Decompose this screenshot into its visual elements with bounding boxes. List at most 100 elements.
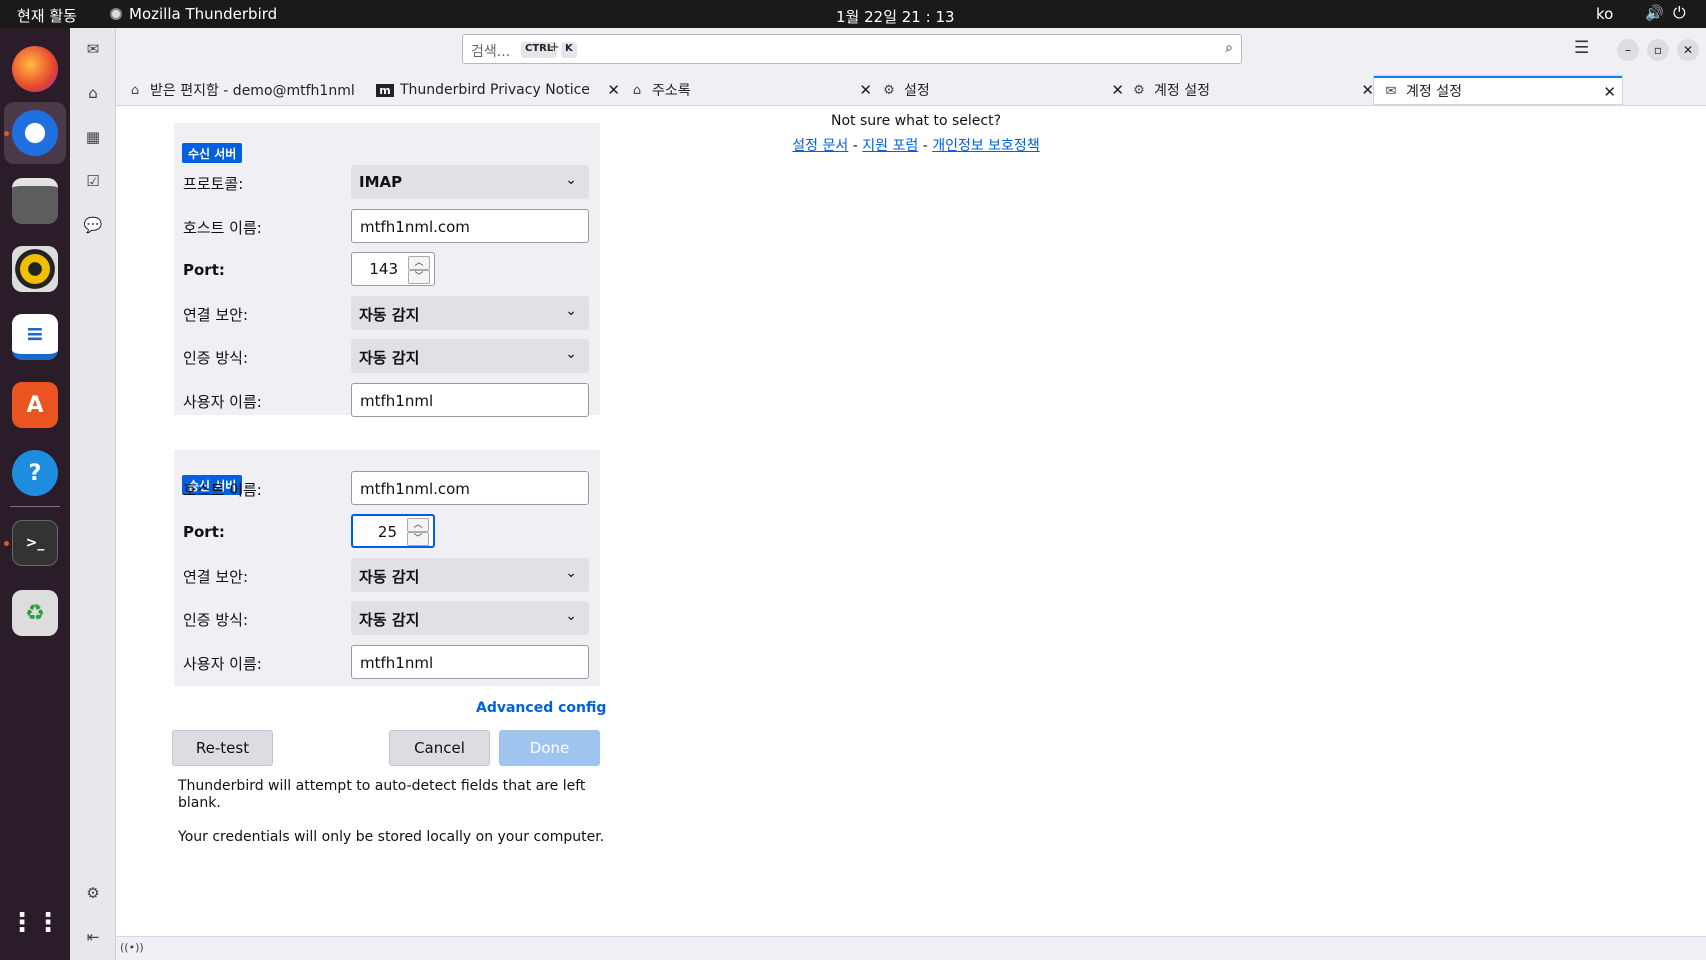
search-icon[interactable]: ⌕ — [1225, 40, 1233, 56]
search-placeholder: 검색... — [471, 44, 511, 60]
privacy-policy-link[interactable]: 개인정보 보호정책 — [932, 138, 1040, 154]
app-menu-icon[interactable]: ☰ — [1574, 38, 1589, 58]
global-search-input[interactable]: 검색... CTRL + K ⌕ — [462, 34, 1242, 64]
spin-down-icon[interactable]: ﹀ — [408, 270, 430, 284]
close-tab-icon[interactable]: ✕ — [607, 81, 620, 99]
thunderbird-dock-icon[interactable] — [12, 110, 58, 156]
close-window-icon[interactable]: ✕ — [1677, 39, 1699, 61]
chat-space-icon[interactable]: 💬 — [82, 214, 104, 236]
trash-icon[interactable]: ♻ — [12, 590, 58, 636]
thunderbird-window: 검색... CTRL + K ⌕ ☰ – ▫ ✕ ⌂ 받은 편지함 - demo… — [116, 28, 1706, 960]
help-question: Not sure what to select? — [830, 113, 1002, 129]
outgoing-port-label: Port: — [183, 523, 225, 541]
shortcut-plus: + — [549, 40, 560, 55]
incoming-port-input[interactable]: 143 ︿ ﹀ — [351, 252, 435, 286]
tab-settings[interactable]: ⚙ 설정 ✕ — [880, 76, 1130, 104]
incoming-port-label: Port: — [183, 261, 225, 279]
outgoing-auth-select[interactable]: 자동 감지 ⌄ — [351, 601, 589, 635]
calendar-space-icon[interactable]: ▦ — [82, 126, 104, 148]
dock-separator — [10, 506, 60, 507]
clock[interactable]: 1월 22일 21 : 13 — [836, 6, 955, 27]
tab-label: 설정 — [904, 83, 930, 99]
tab-privacy-notice[interactable]: m Thunderbird Privacy Notice - ✕ — [376, 76, 626, 104]
address-book-space-icon[interactable]: ⌂ — [82, 82, 104, 104]
close-tab-icon[interactable]: ✕ — [1111, 81, 1124, 99]
outgoing-port-input[interactable]: 25 ︿ ﹀ — [351, 514, 435, 548]
terminal-icon[interactable]: >_ — [12, 520, 58, 566]
close-tab-icon[interactable]: ✕ — [1361, 81, 1374, 99]
incoming-security-select[interactable]: 자동 감지 ⌄ — [351, 296, 589, 330]
outgoing-host-label: 호스트 이름: — [183, 481, 262, 499]
status-bar: ((•)) — [116, 936, 1706, 960]
incoming-protocol-select[interactable]: IMAP ⌄ — [351, 165, 589, 199]
tasks-space-icon[interactable]: ☑ — [82, 170, 104, 192]
collapse-spaces-icon[interactable]: ⇤ — [82, 926, 104, 948]
tab-address-book[interactable]: ⌂ 주소록 ✕ — [628, 76, 878, 104]
maximize-icon[interactable]: ▫ — [1647, 39, 1669, 61]
outgoing-security-select[interactable]: 자동 감지 ⌄ — [351, 558, 589, 592]
incoming-auth-select[interactable]: 자동 감지 ⌄ — [351, 339, 589, 373]
tab-label: 주소록 — [652, 83, 691, 99]
close-tab-icon[interactable]: ✕ — [1603, 83, 1616, 101]
help-icon[interactable]: ? — [12, 450, 58, 496]
minimize-icon[interactable]: – — [1617, 39, 1639, 61]
activities-button[interactable]: 현재 활동 — [17, 5, 77, 26]
cancel-button[interactable]: Cancel — [389, 730, 490, 766]
mail-space-icon[interactable]: ✉ — [82, 38, 104, 60]
outgoing-username-input[interactable]: mtfh1nml — [351, 645, 589, 679]
system-top-bar: 현재 활동 Mozilla Thunderbird 1월 22일 21 : 13… — [0, 0, 1706, 28]
setup-docs-link[interactable]: 설정 문서 — [792, 138, 848, 154]
input-language[interactable]: ko — [1596, 5, 1613, 23]
power-icon[interactable]: ⏻ — [1673, 3, 1686, 23]
tab-label: Thunderbird Privacy Notice - — [400, 82, 590, 98]
firefox-icon[interactable] — [12, 46, 58, 92]
online-status-icon[interactable]: ((•)) — [120, 941, 144, 954]
selected-value: IMAP — [359, 173, 403, 191]
thunderbird-icon — [110, 8, 122, 20]
volume-icon[interactable]: 🔊 — [1645, 4, 1664, 22]
outgoing-host-input[interactable]: mtfh1nml.com — [351, 471, 589, 505]
running-indicator — [4, 541, 9, 546]
unified-toolbar: 검색... CTRL + K ⌕ ☰ – ▫ ✕ — [116, 28, 1706, 74]
running-indicator — [4, 131, 9, 136]
incoming-host-input[interactable]: mtfh1nml.com — [351, 209, 589, 243]
spin-up-icon[interactable]: ︿ — [408, 256, 430, 270]
selected-value: 자동 감지 — [359, 568, 420, 586]
incoming-protocol-label: 프로토콜: — [183, 175, 244, 193]
mozilla-icon: m — [376, 83, 394, 97]
show-apps-icon[interactable]: ⋮⋮ — [9, 900, 61, 946]
incoming-host-label: 호스트 이름: — [183, 219, 262, 237]
chevron-down-icon: ⌄ — [565, 565, 577, 581]
spaces-toolbar: ✉ ⌂ ▦ ☑ 💬 ⚙ ⇤ — [70, 28, 116, 960]
port-value: 143 — [369, 260, 398, 278]
port-value: 25 — [377, 523, 397, 541]
settings-space-icon[interactable]: ⚙ — [82, 882, 104, 904]
app-center-icon[interactable]: A — [12, 382, 58, 428]
rhythmbox-icon[interactable] — [12, 246, 58, 292]
tab-account-setup-active[interactable]: ✉ 계정 설정 ✕ — [1374, 76, 1622, 104]
link-separator: - — [852, 138, 858, 154]
close-tab-icon[interactable]: ✕ — [859, 81, 872, 99]
incoming-username-input[interactable]: mtfh1nml — [351, 383, 589, 417]
tab-bar: ⌂ 받은 편지함 - demo@mtfh1nml.c m Thunderbird… — [116, 74, 1706, 106]
app-name: Mozilla Thunderbird — [129, 5, 278, 23]
spin-down-icon[interactable]: ﹀ — [407, 532, 429, 546]
done-button[interactable]: Done — [499, 730, 600, 766]
link-separator: - — [922, 138, 928, 154]
files-icon[interactable] — [12, 178, 58, 224]
dock: ≡ A ? >_ ♻ ⋮⋮ — [0, 28, 70, 960]
address-book-icon: ⌂ — [632, 82, 642, 98]
writer-icon[interactable]: ≡ — [12, 314, 58, 360]
tab-account-settings[interactable]: ⚙ 계정 설정 ✕ — [1130, 76, 1380, 104]
incoming-server-tag: 수신 서버 — [182, 143, 243, 163]
app-menu[interactable]: Mozilla Thunderbird — [110, 5, 277, 23]
spin-up-icon[interactable]: ︿ — [407, 518, 429, 532]
tab-inbox[interactable]: ⌂ 받은 편지함 - demo@mtfh1nml.c — [126, 76, 362, 104]
support-forum-link[interactable]: 지원 포럼 — [862, 138, 918, 154]
account-icon: ⚙ — [1133, 82, 1145, 98]
outgoing-security-label: 연결 보안: — [183, 568, 249, 586]
outgoing-user-label: 사용자 이름: — [183, 655, 262, 673]
advanced-config-link[interactable]: Advanced config — [476, 700, 606, 716]
retest-button[interactable]: Re-test — [172, 730, 273, 766]
incoming-security-label: 연결 보안: — [183, 306, 249, 324]
